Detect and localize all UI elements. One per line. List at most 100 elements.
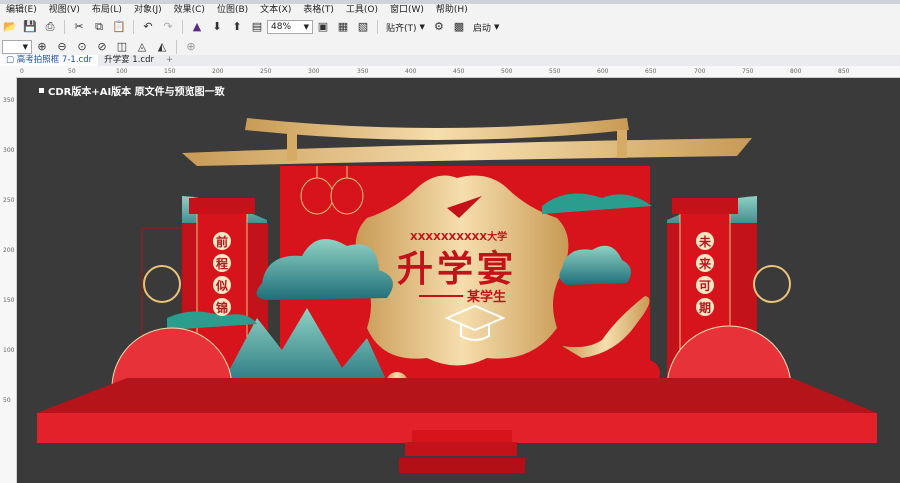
snap-to-label: 贴齐(T) bbox=[386, 23, 417, 34]
ruler-tick: 700 bbox=[694, 68, 706, 75]
lantern-right bbox=[330, 177, 364, 215]
import-icon[interactable]: ⬇ bbox=[209, 19, 225, 35]
launch-label: 启动 bbox=[472, 23, 491, 34]
gate-main-beam bbox=[182, 138, 752, 166]
gate-post-right bbox=[617, 130, 627, 158]
ruler-tick: 200 bbox=[3, 247, 15, 254]
ruler-tick: 250 bbox=[3, 197, 15, 204]
stage-top bbox=[37, 378, 877, 413]
banner-char: 程 bbox=[213, 254, 231, 272]
menu-table[interactable]: 表格(T) bbox=[297, 4, 340, 16]
open-folder-icon[interactable]: 📂 bbox=[2, 19, 18, 35]
ruler-tick: 0 bbox=[20, 68, 24, 75]
tab-document-2[interactable]: 升学宴 1.cdr bbox=[98, 55, 160, 66]
banner-char: 期 bbox=[696, 298, 714, 316]
zoom-selected-icon[interactable]: ⊙ bbox=[74, 39, 90, 55]
ruler-tick: 600 bbox=[597, 68, 609, 75]
ruler-tick: 100 bbox=[116, 68, 128, 75]
redo-icon[interactable]: ↷ bbox=[160, 19, 176, 35]
ruler-tick: 150 bbox=[164, 68, 176, 75]
show-rulers-icon[interactable]: ▦ bbox=[335, 19, 351, 35]
save-icon[interactable]: 💾 bbox=[22, 19, 38, 35]
tab-label: 高考拍照框 7-1.cdr bbox=[16, 55, 93, 65]
add-icon[interactable]: ⊕ bbox=[183, 39, 199, 55]
property-bar: ▼ ⊕ ⊖ ⊙ ⊘ ◫ ◬ ◭ ⊕ bbox=[0, 38, 900, 56]
divider-line bbox=[419, 294, 463, 297]
zoom-all-icon[interactable]: ⊘ bbox=[94, 39, 110, 55]
right-banner-text: 未 来 可 期 bbox=[696, 230, 714, 318]
menu-bitmap[interactable]: 位图(B) bbox=[211, 4, 254, 16]
show-grid-icon[interactable]: ▧ bbox=[355, 19, 371, 35]
menu-layout[interactable]: 布局(L) bbox=[86, 4, 128, 16]
undo-icon[interactable]: ↶ bbox=[140, 19, 156, 35]
full-screen-icon[interactable]: ▣ bbox=[315, 19, 331, 35]
menu-effects[interactable]: 效果(C) bbox=[168, 4, 211, 16]
ruler-tick: 50 bbox=[3, 397, 11, 404]
ruler-tick: 300 bbox=[308, 68, 320, 75]
menu-bar: 编辑(E) 视图(V) 布局(L) 对象(J) 效果(C) 位图(B) 文本(X… bbox=[0, 4, 900, 16]
zoom-level-value: 48% bbox=[271, 22, 292, 32]
zoom-page-icon[interactable]: ◫ bbox=[114, 39, 130, 55]
horizontal-ruler[interactable]: 0 50 100 150 200 250 300 350 400 450 500… bbox=[0, 66, 900, 78]
menu-text[interactable]: 文本(X) bbox=[254, 4, 297, 16]
paste-icon[interactable]: 📋 bbox=[111, 19, 127, 35]
document-tabs: ▢ 高考拍照框 7-1.cdr 升学宴 1.cdr + bbox=[0, 55, 900, 66]
zoom-in-icon[interactable]: ⊕ bbox=[34, 39, 50, 55]
ruler-tick: 250 bbox=[260, 68, 272, 75]
launch-app-icon[interactable]: ▩ bbox=[451, 19, 467, 35]
right-window bbox=[753, 265, 791, 303]
document-icon: ▢ bbox=[6, 55, 17, 65]
ruler-tick: 550 bbox=[549, 68, 561, 75]
ruler-tick: 400 bbox=[405, 68, 417, 75]
zoom-height-icon[interactable]: ◭ bbox=[154, 39, 170, 55]
new-tab-button[interactable]: + bbox=[160, 55, 179, 66]
student-line: 某学生 bbox=[419, 286, 506, 305]
export-icon[interactable]: ⬆ bbox=[229, 19, 245, 35]
pdf-icon[interactable]: ▤ bbox=[249, 19, 265, 35]
search-content-icon[interactable]: ▲ bbox=[189, 19, 205, 35]
step-2 bbox=[405, 442, 517, 456]
chevron-down-icon: ▼ bbox=[303, 23, 309, 31]
chevron-down-icon: ▼ bbox=[493, 23, 500, 31]
menu-help[interactable]: 帮助(H) bbox=[430, 4, 474, 16]
chevron-down-icon: ▼ bbox=[419, 23, 425, 31]
vertical-ruler[interactable]: 350 300 250 200 150 100 50 bbox=[0, 77, 17, 483]
zoom-width-icon[interactable]: ◬ bbox=[134, 39, 150, 55]
ruler-tick: 350 bbox=[357, 68, 369, 75]
banner-char: 来 bbox=[696, 254, 714, 272]
lantern-left bbox=[300, 177, 334, 215]
left-banner-top bbox=[189, 198, 255, 214]
drawing-canvas[interactable]: CDR版本+AI版本 原文件与预览图一致 XXXXXXXXXX大学 升学宴 某学… bbox=[17, 78, 900, 483]
snap-to-button[interactable]: 贴齐(T) ▼ bbox=[382, 21, 429, 34]
gate-top-beam bbox=[245, 118, 629, 140]
menu-object[interactable]: 对象(J) bbox=[128, 4, 168, 16]
standard-toolbar: 📂 💾 ⎙ ✂ ⧉ 📋 ↶ ↷ ▲ ⬇ ⬆ ▤ 48% ▼ ▣ ▦ ▧ 贴齐(T… bbox=[0, 16, 900, 39]
step-1 bbox=[412, 430, 512, 442]
property-combo[interactable]: ▼ bbox=[2, 39, 32, 54]
copy-icon[interactable]: ⧉ bbox=[91, 19, 107, 35]
ruler-tick: 200 bbox=[212, 68, 224, 75]
menu-window[interactable]: 窗口(W) bbox=[384, 4, 430, 16]
banner-char: 未 bbox=[696, 232, 714, 250]
launch-button[interactable]: 启动 ▼ bbox=[469, 21, 503, 34]
gear-icon[interactable]: ⚙ bbox=[431, 19, 447, 35]
ruler-tick: 50 bbox=[68, 68, 76, 75]
menu-view[interactable]: 视图(V) bbox=[43, 4, 86, 16]
print-icon[interactable]: ⎙ bbox=[42, 19, 58, 35]
tab-label: 升学宴 1.cdr bbox=[104, 55, 154, 65]
ruler-tick: 450 bbox=[453, 68, 465, 75]
zoom-out-icon[interactable]: ⊖ bbox=[54, 39, 70, 55]
menu-tools[interactable]: 工具(O) bbox=[340, 4, 384, 16]
cut-icon[interactable]: ✂ bbox=[71, 19, 87, 35]
student-name: 某学生 bbox=[467, 290, 507, 305]
menu-edit[interactable]: 编辑(E) bbox=[0, 4, 43, 16]
left-banner-text: 前 程 似 锦 bbox=[213, 230, 231, 318]
tab-document-1[interactable]: ▢ 高考拍照框 7-1.cdr bbox=[0, 55, 99, 66]
gate-post-left bbox=[287, 133, 297, 161]
ruler-tick: 850 bbox=[838, 68, 850, 75]
step-3 bbox=[399, 458, 525, 473]
toolbar-separator bbox=[176, 39, 177, 54]
ruler-tick: 500 bbox=[501, 68, 513, 75]
zoom-level-combo[interactable]: 48% ▼ bbox=[267, 20, 313, 34]
toolbar-separator bbox=[377, 20, 378, 34]
